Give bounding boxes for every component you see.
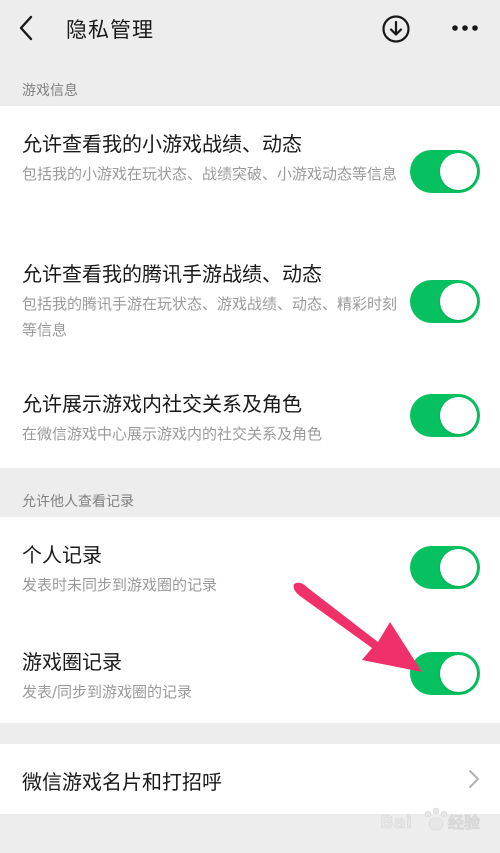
page-title: 隐私管理 [66,18,154,42]
toggle-knob [440,283,477,320]
svg-text:Bai: Bai [380,812,412,833]
setting-title: 允许查看我的小游戏战绩、动态 [22,132,302,156]
setting-desc: 包括我的腾讯手游在玩状态、游戏战绩、动态、精彩时刻等信息 [22,295,398,339]
section-label-records: 允许他人查看记录 [22,494,134,510]
setting-title: 允许查看我的腾讯手游战绩、动态 [22,262,322,286]
toggle-knob [440,397,477,434]
personal-records-toggle[interactable] [410,546,480,589]
circle-records-toggle[interactable] [410,652,480,695]
link-label: 微信游戏名片和打招呼 [22,770,222,794]
download-button[interactable] [381,14,411,44]
social-relations-toggle[interactable] [410,394,480,437]
game-info-card: 允许查看我的小游戏战绩、动态 包括我的小游戏在玩状态、战绩突破、小游戏动态等信息… [0,106,500,468]
toggle-knob [440,655,477,692]
setting-row-circle-records: 游戏圈记录 发表/同步到游戏圈的记录 [0,620,500,723]
setting-row-social-relations: 允许展示游戏内社交关系及角色 在微信游戏中心展示游戏内的社交关系及角色 [0,366,500,468]
setting-title: 个人记录 [22,543,102,567]
setting-row-tencent-game: 允许查看我的腾讯手游战绩、动态 包括我的腾讯手游在玩状态、游戏战绩、动态、精彩时… [0,236,500,366]
records-card: 个人记录 发表时未同步到游戏圈的记录 游戏圈记录 发表/同步到游戏圈的记录 [0,517,500,723]
toggle-knob [440,549,477,586]
setting-desc: 在微信游戏中心展示游戏内的社交关系及角色 [22,425,323,443]
chevron-left-icon [19,15,33,41]
setting-desc: 包括我的小游戏在玩状态、战绩突破、小游戏动态等信息 [22,165,398,183]
more-button[interactable] [448,18,482,38]
more-icon [452,25,478,31]
setting-title: 游戏圈记录 [22,650,122,674]
setting-title: 允许展示游戏内社交关系及角色 [22,392,302,416]
toggle-knob [440,153,477,190]
mini-game-toggle[interactable] [410,150,480,193]
back-button[interactable] [8,8,44,48]
tencent-game-toggle[interactable] [410,280,480,323]
setting-row-personal-records: 个人记录 发表时未同步到游戏圈的记录 [0,517,500,620]
setting-desc: 发表/同步到游戏圈的记录 [22,683,193,701]
watermark-logo: Bai 经验 [380,802,490,846]
nav-bar: 隐私管理 [0,0,500,56]
setting-desc: 发表时未同步到游戏圈的记录 [22,576,218,594]
section-label-game-info: 游戏信息 [22,83,78,99]
download-icon [382,15,410,43]
chevron-right-icon [469,770,479,788]
svg-text:经验: 经验 [448,813,481,832]
setting-row-mini-game: 允许查看我的小游戏战绩、动态 包括我的小游戏在玩状态、战绩突破、小游戏动态等信息 [0,106,500,236]
